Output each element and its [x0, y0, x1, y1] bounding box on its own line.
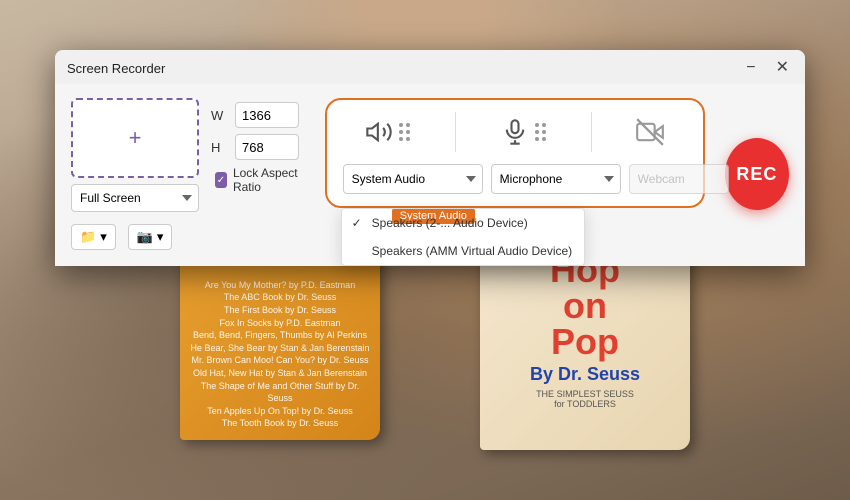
- av-icons-row: [343, 112, 687, 152]
- minimize-button[interactable]: −: [742, 58, 759, 78]
- window-controls: − ✕: [742, 58, 793, 78]
- lock-aspect-row: ✓ Lock Aspect Ratio: [215, 166, 305, 194]
- w-label: W: [211, 108, 227, 123]
- camera-icon: 📷: [137, 229, 153, 245]
- mic-group: [501, 118, 546, 146]
- book-tagline: THE SIMPLEST SEUSSfor TODDLERS: [536, 389, 634, 409]
- av-selects-row: System Audio Microphone Webcam: [343, 164, 687, 194]
- dropdown-item-speakers[interactable]: Speakers (2-... Audio Device): [342, 209, 585, 237]
- webcam-group: [636, 118, 664, 146]
- mic-dots: [535, 123, 546, 141]
- fullscreen-select[interactable]: Full Screen Custom: [71, 184, 199, 212]
- webcam-icon: [636, 118, 664, 146]
- microphone-select[interactable]: Microphone: [491, 164, 621, 194]
- width-row: W: [211, 102, 305, 128]
- camera-arrow: ▾: [157, 229, 164, 245]
- camera-button[interactable]: 📷 ▾: [128, 224, 173, 250]
- window-body: + Full Screen Custom W: [55, 84, 805, 266]
- window-title: Screen Recorder: [67, 61, 165, 76]
- av-divider-1: [455, 112, 456, 152]
- book-title: HoponPop: [550, 252, 620, 360]
- folder-icon: 📁: [80, 229, 96, 245]
- bottom-icons: 📁 ▾ 📷 ▾: [71, 224, 305, 250]
- speaker-icon: [365, 118, 393, 146]
- speaker-dots: [399, 123, 410, 141]
- system-audio-dropdown: System Audio Speakers (2-... Audio Devic…: [341, 208, 586, 266]
- add-screen-icon: +: [129, 125, 142, 151]
- height-row: H: [211, 134, 305, 160]
- left-panel: + Full Screen Custom W: [71, 98, 305, 250]
- microphone-icon: [501, 118, 529, 146]
- close-button[interactable]: ✕: [772, 58, 793, 78]
- system-audio-select[interactable]: System Audio: [343, 164, 483, 194]
- rec-button[interactable]: REC: [725, 138, 789, 210]
- folder-arrow: ▾: [100, 229, 107, 245]
- folder-button[interactable]: 📁 ▾: [71, 224, 116, 250]
- screen-recorder-window: Screen Recorder − ✕ + Full Screen Cust: [55, 50, 805, 266]
- webcam-select[interactable]: Webcam: [629, 164, 729, 194]
- h-label: H: [211, 140, 227, 155]
- width-input[interactable]: [235, 102, 299, 128]
- av-divider-2: [591, 112, 592, 152]
- speaker-group: [365, 118, 410, 146]
- window-titlebar: Screen Recorder − ✕: [55, 50, 805, 84]
- dropdown-item-amm[interactable]: Speakers (AMM Virtual Audio Device): [342, 237, 585, 265]
- book-series: By Dr. Seuss: [530, 364, 640, 385]
- lock-checkbox[interactable]: ✓: [215, 172, 227, 188]
- height-input[interactable]: [235, 134, 299, 160]
- screen-preview[interactable]: +: [71, 98, 199, 178]
- lock-label: Lock Aspect Ratio: [233, 166, 305, 194]
- av-panel: System Audio Microphone Webcam System Au…: [325, 98, 705, 208]
